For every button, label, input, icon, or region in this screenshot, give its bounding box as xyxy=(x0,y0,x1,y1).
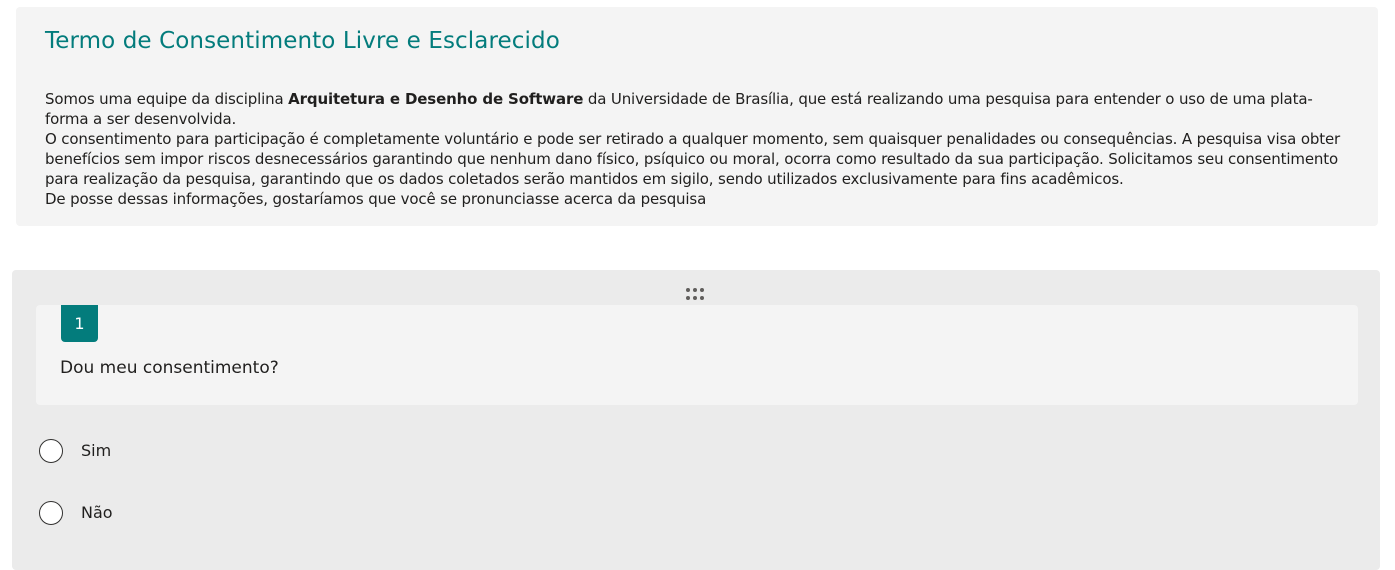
question-text: Dou meu consentimento? xyxy=(60,358,279,378)
question-card: 1 Dou meu consentimento? Sim Não xyxy=(12,270,1380,570)
description-paragraph-3: De posse dessas informações, gostaríamos… xyxy=(45,190,707,208)
question-number-badge: 1 xyxy=(61,305,98,342)
description-text-pre: Somos uma equipe da disciplina xyxy=(45,90,289,108)
question-header: 1 Dou meu consentimento? xyxy=(36,305,1358,405)
description-paragraph-1: Somos uma equipe da disciplina Arquitetu… xyxy=(45,89,1350,129)
radio-button-icon[interactable] xyxy=(39,501,63,525)
drag-handle-icon[interactable] xyxy=(686,288,708,302)
description-paragraph-2: O consentimento para participação é comp… xyxy=(45,130,1341,188)
form-description-card: Termo de Consentimento Livre e Esclareci… xyxy=(16,7,1378,226)
option-label: Não xyxy=(81,503,113,522)
form-title: Termo de Consentimento Livre e Esclareci… xyxy=(45,28,560,54)
form-description: Somos uma equipe da disciplina Arquitetu… xyxy=(45,89,1350,209)
discipline-name: Arquitetura e Desenho de Software xyxy=(288,90,584,108)
option-sim[interactable]: Sim xyxy=(39,439,111,463)
option-label: Sim xyxy=(81,441,112,460)
option-nao[interactable]: Não xyxy=(39,501,113,525)
radio-button-icon[interactable] xyxy=(39,439,63,463)
